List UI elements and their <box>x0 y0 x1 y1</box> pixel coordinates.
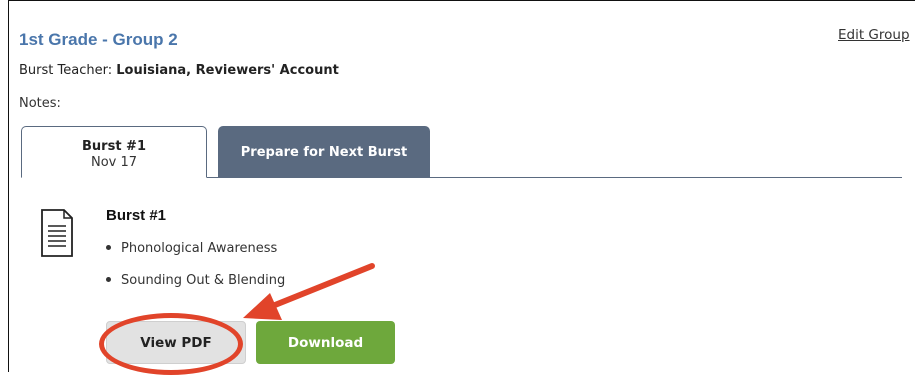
topic-list-item: Sounding Out & Blending <box>106 273 285 288</box>
tab-burst-1-date: Nov 17 <box>90 155 138 170</box>
download-button[interactable]: Download <box>256 321 395 364</box>
topic-list-item: Phonological Awareness <box>106 241 277 256</box>
content-frame <box>8 0 915 372</box>
bullet-icon <box>106 277 111 282</box>
burst-teacher-line: Burst Teacher: Louisiana, Reviewers' Acc… <box>19 63 339 78</box>
view-pdf-button[interactable]: View PDF <box>106 321 246 364</box>
edit-group-link[interactable]: Edit Group <box>838 27 910 43</box>
group-title: 1st Grade - Group 2 <box>19 30 178 49</box>
notes-label: Notes: <box>19 96 61 111</box>
tab-prepare-next-burst-label: Prepare for Next Burst <box>240 144 408 160</box>
bullet-icon <box>106 245 111 250</box>
topic-label: Sounding Out & Blending <box>121 273 286 288</box>
view-pdf-label: View PDF <box>140 334 212 351</box>
tab-burst-1-title: Burst #1 <box>82 139 146 154</box>
burst-heading: Burst #1 <box>106 207 167 224</box>
document-icon <box>41 209 73 257</box>
download-label: Download <box>287 334 364 351</box>
tab-prepare-next-burst[interactable]: Prepare for Next Burst <box>218 126 430 178</box>
burst-teacher-name: Louisiana, Reviewers' Account <box>116 63 339 78</box>
burst-teacher-label: Burst Teacher: <box>19 63 113 78</box>
topic-label: Phonological Awareness <box>121 241 278 256</box>
tab-burst-1[interactable]: Burst #1 Nov 17 <box>21 126 207 178</box>
